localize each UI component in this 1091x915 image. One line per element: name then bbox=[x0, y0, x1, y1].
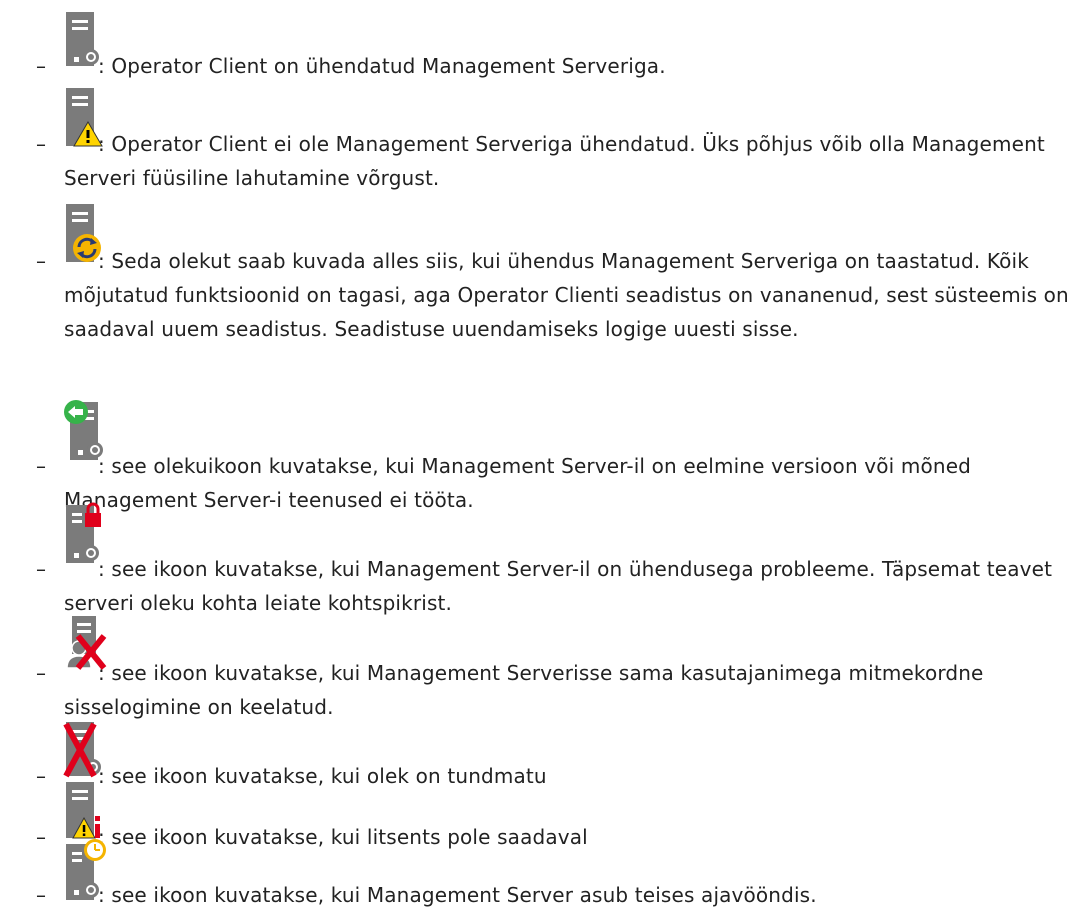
list-dash: – bbox=[36, 132, 46, 156]
list-item-text: : see ikoon kuvatakse, kui Management Se… bbox=[64, 557, 1053, 615]
list-item-text: : see ikoon kuvatakse, kui Management Se… bbox=[98, 883, 817, 907]
list-dash: – bbox=[36, 454, 46, 478]
list-item-text: : Operator Client ei ole Management Serv… bbox=[64, 132, 1045, 190]
list-item-text: : see ikoon kuvatakse, kui olek on tundm… bbox=[98, 764, 547, 788]
list-dash: – bbox=[36, 557, 46, 581]
list-item-text: : see ikoon kuvatakse, kui litsents pole… bbox=[98, 825, 588, 849]
list-item-text: : Seda olekut saab kuvada alles siis, ku… bbox=[64, 249, 1069, 341]
list-dash: – bbox=[36, 661, 46, 685]
list-dash: – bbox=[36, 883, 46, 907]
list-item-text: : see olekuikoon kuvatakse, kui Manageme… bbox=[64, 454, 972, 512]
list-dash: – bbox=[36, 249, 46, 273]
list-dash: – bbox=[36, 825, 46, 849]
list-dash: – bbox=[36, 764, 46, 788]
list-dash: – bbox=[36, 54, 46, 78]
list-item-text: : Operator Client on ühendatud Managemen… bbox=[98, 54, 666, 78]
list-item-text: : see ikoon kuvatakse, kui Management Se… bbox=[64, 661, 984, 719]
